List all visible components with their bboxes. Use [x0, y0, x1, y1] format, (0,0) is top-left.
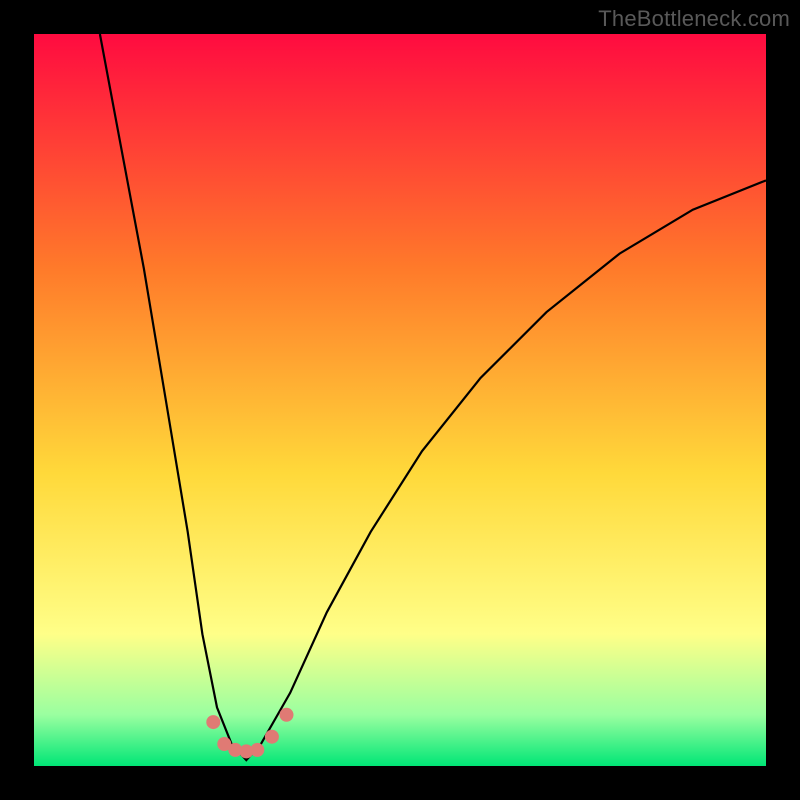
- gradient-background: [34, 34, 766, 766]
- curve-marker: [280, 708, 294, 722]
- curve-marker: [250, 743, 264, 757]
- chart-frame: TheBottleneck.com: [0, 0, 800, 800]
- bottleneck-chart: [34, 34, 766, 766]
- curve-marker: [206, 715, 220, 729]
- curve-marker: [265, 730, 279, 744]
- watermark-text: TheBottleneck.com: [598, 6, 790, 32]
